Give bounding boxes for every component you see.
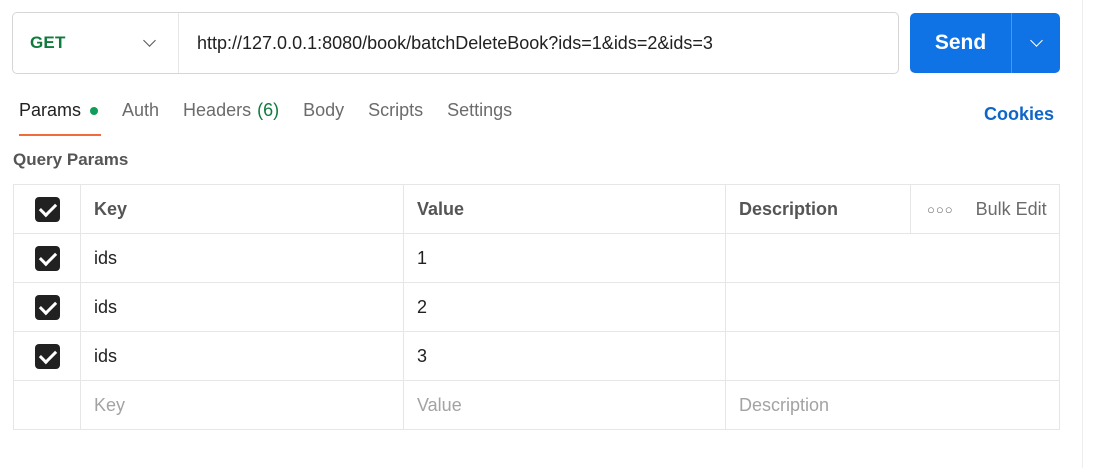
row-checkbox[interactable] <box>34 245 60 271</box>
param-key[interactable]: ids <box>80 233 404 283</box>
param-description[interactable] <box>725 233 1060 283</box>
send-button-group: Send <box>910 13 1060 73</box>
tab-label: Settings <box>447 100 513 120</box>
tab-params[interactable]: Params <box>19 100 102 136</box>
tab-label: Headers <box>183 100 252 120</box>
tab-body[interactable]: Body <box>303 100 344 136</box>
new-description-input[interactable]: Description <box>725 380 1060 430</box>
panel-divider <box>1082 0 1083 468</box>
chevron-down-icon <box>143 34 156 47</box>
new-param-row: Key Value Description <box>13 380 1060 430</box>
request-tabs: Params Auth Headers (6) Body Scripts Set… <box>19 100 536 136</box>
header-checkbox-cell <box>13 184 81 234</box>
param-description[interactable] <box>725 282 1060 332</box>
request-bar: GET <box>12 12 899 74</box>
tab-label: Params <box>19 100 82 120</box>
bulk-edit-button[interactable]: Bulk Edit <box>976 199 1047 220</box>
table-row: ids 1 <box>13 233 1060 283</box>
active-dot-icon <box>90 107 99 115</box>
method-select[interactable]: GET <box>13 13 179 73</box>
method-label: GET <box>30 33 66 52</box>
tab-label: Scripts <box>368 100 424 120</box>
empty-check-cell <box>13 380 81 430</box>
send-button[interactable]: Send <box>910 13 1012 73</box>
header-key: Key <box>80 184 404 234</box>
row-checkbox[interactable] <box>34 343 60 369</box>
more-options-icon[interactable]: ○○○ <box>927 202 954 217</box>
tab-label: Auth <box>122 100 160 120</box>
table-row: ids 2 <box>13 282 1060 332</box>
new-value-input[interactable]: Value <box>403 380 726 430</box>
query-params-table: Key Value Description ○○○ Bulk Edit ids … <box>13 184 1060 430</box>
param-value[interactable]: 1 <box>403 233 726 283</box>
param-key[interactable]: ids <box>80 331 404 381</box>
tab-label: Body <box>303 100 345 120</box>
param-value[interactable]: 3 <box>403 331 726 381</box>
send-options-button[interactable] <box>1012 13 1060 73</box>
new-key-input[interactable]: Key <box>80 380 404 430</box>
select-all-checkbox[interactable] <box>34 196 60 222</box>
header-actions: ○○○ Bulk Edit <box>910 185 1059 233</box>
chevron-down-icon <box>1029 34 1043 47</box>
tab-auth[interactable]: Auth <box>122 100 159 136</box>
row-checkbox[interactable] <box>34 294 60 320</box>
header-description: Description <box>739 198 839 219</box>
headers-count: (6) <box>257 100 280 120</box>
table-row: ids 3 <box>13 331 1060 381</box>
tab-headers[interactable]: Headers (6) <box>183 100 279 136</box>
cookies-link[interactable]: Cookies <box>984 104 1054 125</box>
table-header-row: Key Value Description ○○○ Bulk Edit <box>13 184 1060 234</box>
url-input[interactable] <box>179 13 898 73</box>
query-params-title: Query Params <box>13 150 129 169</box>
param-key[interactable]: ids <box>80 282 404 332</box>
header-value: Value <box>403 184 726 234</box>
tab-scripts[interactable]: Scripts <box>368 100 423 136</box>
param-value[interactable]: 2 <box>403 282 726 332</box>
param-description[interactable] <box>725 331 1060 381</box>
tab-settings[interactable]: Settings <box>447 100 512 136</box>
header-description-cell: Description ○○○ Bulk Edit <box>725 184 1060 234</box>
